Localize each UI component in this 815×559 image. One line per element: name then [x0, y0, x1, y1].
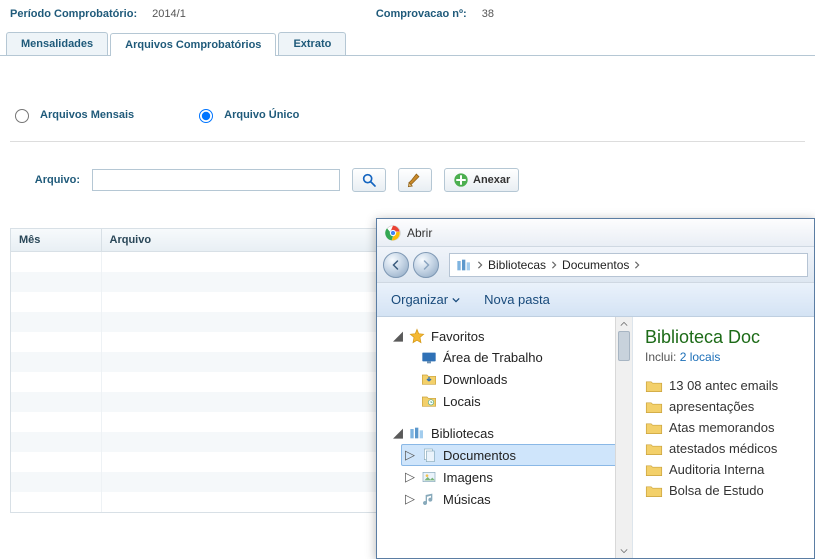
folder-item[interactable]: Bolsa de Estudo [645, 483, 802, 498]
tab-arquivos[interactable]: Arquivos Comprobatórios [110, 33, 276, 56]
dialog-nav-bar: Bibliotecas Documentos [377, 247, 814, 283]
tree-favoritos[interactable]: ◢ Favoritos [389, 325, 632, 347]
radio-arquivos-mensais[interactable] [15, 109, 29, 123]
folder-icon [645, 379, 663, 393]
tree-bibliotecas[interactable]: ◢ Bibliotecas [389, 422, 632, 444]
dialog-tree[interactable]: ◢ Favoritos Área de Trabalho Downloads L… [377, 317, 633, 558]
folder-icon [645, 421, 663, 435]
scroll-down-icon[interactable] [616, 544, 632, 558]
broom-icon [407, 172, 423, 188]
star-icon [409, 328, 425, 344]
crumb-bibliotecas[interactable]: Bibliotecas [488, 258, 546, 272]
desktop-icon [421, 351, 437, 365]
col-mes: Mês [11, 229, 101, 252]
anexar-button[interactable]: Anexar [444, 168, 519, 192]
scroll-up-icon[interactable] [616, 317, 632, 331]
arquivo-input[interactable] [92, 169, 340, 191]
radio-group-tipo-arquivo: Arquivos Mensais Arquivo Único [10, 106, 805, 142]
nav-forward-button[interactable] [413, 252, 439, 278]
folder-icon [645, 442, 663, 456]
chevron-down-icon [452, 296, 460, 304]
library-icon [456, 258, 472, 272]
nova-pasta-button[interactable]: Nova pasta [484, 292, 550, 307]
clear-button[interactable] [398, 168, 432, 192]
tree-musicas[interactable]: ▷Músicas [401, 488, 632, 510]
library-subtitle: Inclui: 2 locais [645, 350, 802, 364]
anexar-button-label: Anexar [473, 174, 510, 186]
collapse-icon[interactable]: ◢ [393, 328, 403, 344]
expand-icon[interactable]: ▷ [405, 469, 415, 485]
scroll-thumb[interactable] [618, 331, 630, 361]
organizar-menu[interactable]: Organizar [391, 292, 460, 307]
tab-extrato[interactable]: Extrato [278, 32, 346, 55]
chevron-right-icon [550, 261, 558, 269]
crumb-documentos[interactable]: Documentos [562, 258, 629, 272]
dialog-title: Abrir [407, 226, 432, 240]
folder-item[interactable]: apresentações [645, 399, 802, 414]
chevron-right-icon [476, 261, 484, 269]
expand-icon[interactable]: ▷ [405, 491, 415, 507]
periodo-value: 2014/1 [140, 8, 186, 20]
tree-area-trabalho[interactable]: Área de Trabalho [401, 347, 632, 368]
dialog-toolbar: Organizar Nova pasta [377, 283, 814, 317]
chevron-right-icon [633, 261, 641, 269]
folder-icon [645, 463, 663, 477]
folder-item[interactable]: Auditoria Interna [645, 462, 802, 477]
folder-icon [645, 484, 663, 498]
folder-item[interactable]: Atas memorandos [645, 420, 802, 435]
chrome-icon [385, 225, 401, 241]
library-icon [409, 426, 425, 440]
add-icon [453, 172, 469, 188]
dialog-content: Biblioteca Doc Inclui: 2 locais 13 08 an… [633, 317, 814, 558]
collapse-icon[interactable]: ◢ [393, 425, 403, 441]
page-header: Período Comprobatório: 2014/1 Comprovaca… [0, 0, 815, 24]
dialog-body: ◢ Favoritos Área de Trabalho Downloads L… [377, 317, 814, 558]
arquivo-label: Arquivo: [10, 174, 80, 186]
documents-icon [421, 447, 437, 463]
periodo-label: Período Comprobatório: [10, 8, 137, 20]
library-title: Biblioteca Doc [645, 327, 802, 348]
folder-list: 13 08 antec emails apresentações Atas me… [645, 378, 802, 498]
radio-arquivo-unico-label: Arquivo Único [224, 109, 299, 121]
tree-scrollbar[interactable] [615, 317, 632, 558]
browse-button[interactable] [352, 168, 386, 192]
tree-downloads[interactable]: Downloads [401, 368, 632, 390]
tab-mensalidades[interactable]: Mensalidades [6, 32, 108, 55]
radio-arquivo-unico[interactable] [199, 109, 213, 123]
search-icon [361, 172, 377, 188]
tree-documentos[interactable]: ▷Documentos [401, 444, 632, 466]
music-icon [421, 491, 437, 507]
library-locations-link[interactable]: 2 locais [680, 350, 721, 364]
arrow-right-icon [420, 259, 432, 271]
images-icon [421, 469, 437, 485]
tree-locais[interactable]: Locais [401, 390, 632, 412]
comprovacao-value: 38 [470, 8, 494, 20]
download-folder-icon [421, 371, 437, 387]
radio-arquivos-mensais-label: Arquivos Mensais [40, 109, 134, 121]
comprovacao-label: Comprovacao nº: [376, 8, 467, 20]
tab-bar: Mensalidades Arquivos Comprobatórios Ext… [0, 32, 815, 56]
folder-icon [645, 400, 663, 414]
tree-imagens[interactable]: ▷Imagens [401, 466, 632, 488]
file-select-row: Arquivo: Anexar [10, 168, 805, 192]
expand-icon[interactable]: ▷ [405, 447, 415, 463]
folder-item[interactable]: atestados médicos [645, 441, 802, 456]
dialog-title-bar: Abrir [377, 219, 814, 247]
arrow-left-icon [390, 259, 402, 271]
nav-back-button[interactable] [383, 252, 409, 278]
file-open-dialog: Abrir Bibliotecas Documentos Organizar N… [376, 218, 815, 559]
breadcrumb[interactable]: Bibliotecas Documentos [449, 253, 808, 277]
recent-icon [421, 393, 437, 409]
folder-item[interactable]: 13 08 antec emails [645, 378, 802, 393]
